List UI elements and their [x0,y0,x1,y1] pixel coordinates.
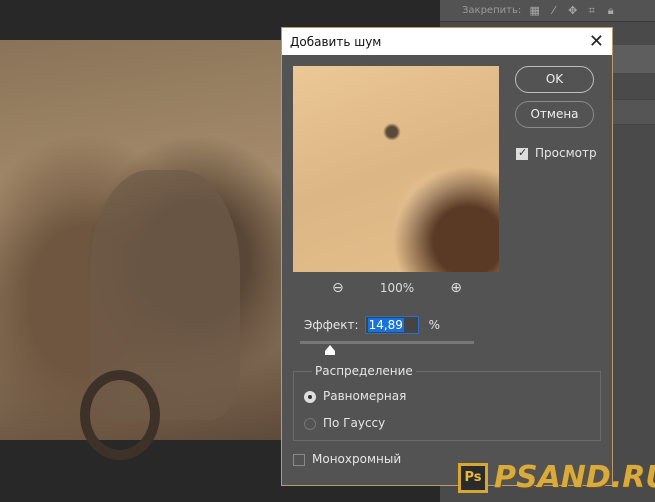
effect-slider-track[interactable] [300,341,474,344]
radio-label: По Гауссу [323,416,386,430]
preview-checkbox-row[interactable]: Просмотр [516,146,597,160]
document-canvas[interactable] [0,40,282,460]
zoom-level: 100% [379,281,415,295]
preview-image[interactable] [293,66,499,272]
monochrome-checkbox[interactable] [293,453,305,466]
transparency-lock-icon[interactable]: ▦ [529,5,540,16]
effect-label: Эффект: [304,318,359,332]
monochrome-label: Монохромный [312,452,402,466]
monochrome-row[interactable]: Монохромный [293,452,401,466]
radio-button[interactable] [304,390,316,403]
radio-uniform[interactable]: Равномерная [304,389,406,403]
distribution-legend: Распределение [312,364,416,378]
preview-label: Просмотр [535,146,597,160]
cancel-button[interactable]: Отмена [515,101,594,128]
lock-row: Закрепить: ▦ ⁄ ✥ ⌗ 🔒︎ [440,0,655,22]
zoom-controls: ⊖ 100% ⊕ [332,280,462,296]
add-noise-dialog: Добавить шум ✕ OK Отмена Просмотр ⊖ 100%… [281,27,613,486]
effect-slider-thumb[interactable] [325,345,335,355]
effect-input[interactable]: 14,89 [364,316,419,334]
ps-badge: Ps [458,462,488,493]
effect-row: Эффект: 14,89 % [304,316,440,334]
dialog-titlebar: Добавить шум [282,28,612,55]
watermark-logo: Ps PSAND.RU [458,460,655,495]
effect-value[interactable]: 14,89 [367,318,404,332]
zoom-out-icon[interactable]: ⊖ [332,280,344,296]
radio-gaussian[interactable]: По Гауссу [304,416,385,430]
distribution-group: Распределение Равномерная По Гауссу [293,364,601,441]
brush-icon[interactable]: ⁄ [548,5,559,16]
radio-label: Равномерная [323,389,407,403]
dialog-title: Добавить шум [290,34,382,49]
lock-icon[interactable]: 🔒︎ [605,5,616,16]
watermark-text: PSAND.RU [494,460,655,495]
move-icon[interactable]: ✥ [567,5,578,16]
zoom-in-icon[interactable]: ⊕ [450,280,462,296]
ok-button[interactable]: OK [515,66,594,93]
effect-unit: % [428,318,440,332]
lock-label: Закрепить: [462,5,522,16]
scooter-wheel-image-part [80,370,160,460]
preview-checkbox[interactable] [516,146,528,160]
artboard-icon[interactable]: ⌗ [586,5,597,16]
close-icon[interactable]: ✕ [589,31,604,52]
radio-button[interactable] [304,417,316,430]
